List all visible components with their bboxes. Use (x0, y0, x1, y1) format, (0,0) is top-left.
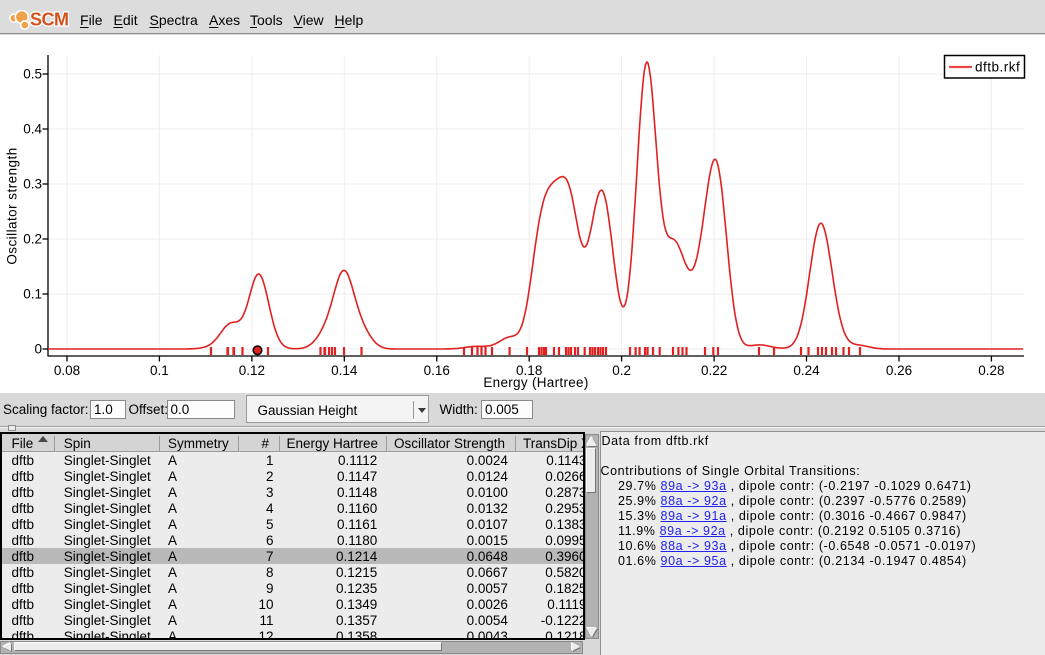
svg-text:0: 0 (34, 342, 42, 357)
svg-text:Energy (Hartree): Energy (Hartree) (483, 375, 588, 390)
svg-text:0.1: 0.1 (23, 287, 42, 302)
svg-text:0.28: 0.28 (978, 363, 1004, 378)
svg-text:0.12: 0.12 (239, 363, 265, 378)
svg-text:SCM: SCM (30, 10, 69, 30)
svg-text:0.5: 0.5 (23, 67, 42, 82)
svg-text:0.1: 0.1 (150, 363, 169, 378)
svg-text:0.24: 0.24 (793, 363, 820, 378)
svg-text:0.2: 0.2 (23, 232, 42, 247)
svg-text:0.08: 0.08 (54, 363, 80, 378)
svg-text:Oscillator strength: Oscillator strength (5, 147, 20, 264)
svg-text:0.4: 0.4 (23, 122, 42, 137)
svg-text:0.3: 0.3 (23, 177, 42, 192)
svg-text:0.2: 0.2 (612, 363, 631, 378)
svg-text:0.14: 0.14 (331, 363, 358, 378)
svg-text:0.22: 0.22 (701, 363, 727, 378)
svg-text:dftb.rkf: dftb.rkf (975, 60, 1020, 75)
svg-text:0.26: 0.26 (886, 363, 912, 378)
svg-text:0.16: 0.16 (424, 363, 450, 378)
